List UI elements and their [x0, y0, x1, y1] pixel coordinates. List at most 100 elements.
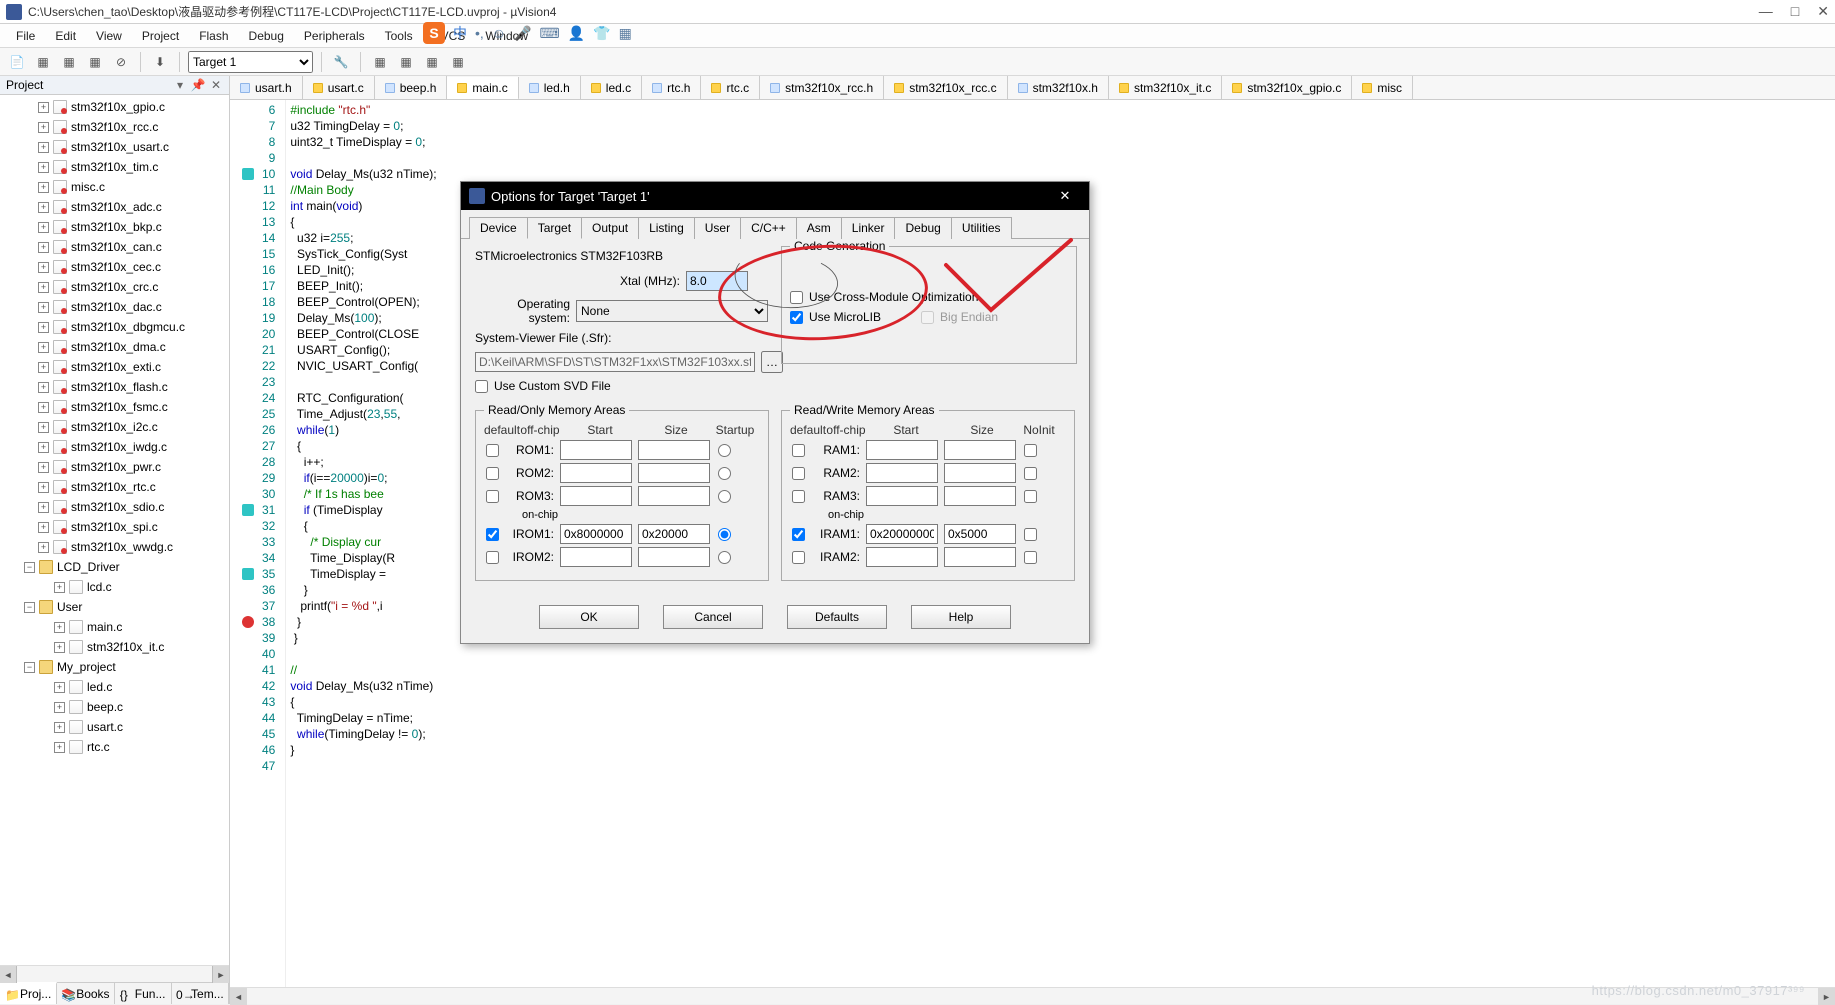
mem-startup-radio[interactable]	[718, 551, 731, 564]
expand-icon[interactable]: +	[38, 542, 49, 553]
mem-start-input[interactable]	[866, 440, 938, 460]
tree-file[interactable]: +stm32f10x_can.c	[4, 237, 229, 257]
mem-size-input[interactable]	[944, 524, 1016, 544]
bookmark-icon[interactable]	[242, 168, 254, 180]
tree-file[interactable]: +stm32f10x_bkp.c	[4, 217, 229, 237]
editor-tab[interactable]: led.h	[519, 76, 581, 99]
mem-noinit-check[interactable]	[1024, 490, 1037, 503]
ime-tool-icon[interactable]: ▦	[619, 25, 632, 42]
bookmark-icon[interactable]	[242, 504, 254, 516]
menu-peripherals[interactable]: Peripherals	[294, 27, 375, 45]
tree-file[interactable]: +stm32f10x_exti.c	[4, 357, 229, 377]
expand-icon[interactable]: +	[38, 222, 49, 233]
manage4-button[interactable]: ▦	[447, 51, 469, 73]
tree-file[interactable]: +stm32f10x_sdio.c	[4, 497, 229, 517]
translate-button[interactable]: 📄	[6, 51, 28, 73]
project-hscrollbar[interactable]: ◄ ►	[0, 965, 229, 982]
editor-tab[interactable]: stm32f10x.h	[1008, 76, 1109, 99]
ok-button[interactable]: OK	[539, 605, 639, 629]
mem-size-input[interactable]	[944, 463, 1016, 483]
mem-size-input[interactable]	[944, 440, 1016, 460]
menu-tools[interactable]: Tools	[375, 27, 423, 45]
mem-default-check[interactable]	[792, 528, 805, 541]
tree-file[interactable]: +usart.c	[4, 717, 229, 737]
project-tree[interactable]: +stm32f10x_gpio.c+stm32f10x_rcc.c+stm32f…	[0, 95, 229, 965]
expand-icon[interactable]: +	[54, 682, 65, 693]
tree-file[interactable]: +stm32f10x_it.c	[4, 637, 229, 657]
tree-file[interactable]: +beep.c	[4, 697, 229, 717]
dialog-tab-utilities[interactable]: Utilities	[951, 217, 1012, 239]
mem-start-input[interactable]	[560, 463, 632, 483]
rebuild-button[interactable]: ▦	[58, 51, 80, 73]
breakpoint-margin[interactable]	[230, 100, 256, 987]
mem-startup-radio[interactable]	[718, 490, 731, 503]
close-button[interactable]: ✕	[1817, 3, 1829, 20]
mem-noinit-check[interactable]	[1024, 467, 1037, 480]
dialog-tab-listing[interactable]: Listing	[638, 217, 695, 239]
mem-default-check[interactable]	[486, 490, 499, 503]
options-button[interactable]: 🔧	[330, 51, 352, 73]
tree-group[interactable]: −LCD_Driver	[4, 557, 229, 577]
mem-size-input[interactable]	[944, 547, 1016, 567]
svf-browse-button[interactable]: …	[761, 351, 783, 373]
expand-icon[interactable]: +	[38, 262, 49, 273]
dialog-tab-debug[interactable]: Debug	[894, 217, 951, 239]
expand-icon[interactable]: +	[38, 122, 49, 133]
help-button[interactable]: Help	[911, 605, 1011, 629]
breakpoint-icon[interactable]	[242, 616, 254, 628]
tree-file[interactable]: +stm32f10x_flash.c	[4, 377, 229, 397]
stop-build-button[interactable]: ⊘	[110, 51, 132, 73]
collapse-icon[interactable]: −	[24, 562, 35, 573]
menu-edit[interactable]: Edit	[45, 27, 86, 45]
mem-default-check[interactable]	[792, 490, 805, 503]
editor-tab[interactable]: led.c	[581, 76, 642, 99]
editor-tab[interactable]: beep.h	[375, 76, 448, 99]
manage2-button[interactable]: ▦	[395, 51, 417, 73]
tree-file[interactable]: +main.c	[4, 617, 229, 637]
cancel-button[interactable]: Cancel	[663, 605, 763, 629]
expand-icon[interactable]: +	[38, 382, 49, 393]
expand-icon[interactable]: +	[38, 502, 49, 513]
expand-icon[interactable]: +	[54, 722, 65, 733]
ime-smile-icon[interactable]: ☺	[492, 25, 506, 41]
expand-icon[interactable]: +	[54, 742, 65, 753]
mem-start-input[interactable]	[866, 524, 938, 544]
menu-debug[interactable]: Debug	[239, 27, 294, 45]
custom-svd-checkbox[interactable]: Use Custom SVD File	[475, 379, 1075, 393]
dialog-tab-user[interactable]: User	[694, 217, 741, 239]
expand-icon[interactable]: +	[38, 302, 49, 313]
dialog-tab-linker[interactable]: Linker	[841, 217, 896, 239]
tree-file[interactable]: +stm32f10x_dma.c	[4, 337, 229, 357]
download-button[interactable]: ⬇	[149, 51, 171, 73]
editor-tab[interactable]: stm32f10x_it.c	[1109, 76, 1222, 99]
ime-shirt-icon[interactable]: 👕	[593, 25, 610, 42]
scroll-right-icon[interactable]: ►	[212, 966, 229, 983]
tree-file[interactable]: +stm32f10x_tim.c	[4, 157, 229, 177]
menu-view[interactable]: View	[86, 27, 132, 45]
mem-default-check[interactable]	[486, 467, 499, 480]
line-gutter[interactable]: 6789101112131415161718192021222324252627…	[256, 100, 286, 987]
dialog-tab-output[interactable]: Output	[581, 217, 639, 239]
tree-file[interactable]: +stm32f10x_rtc.c	[4, 477, 229, 497]
manage-button[interactable]: ▦	[369, 51, 391, 73]
tree-group[interactable]: −My_project	[4, 657, 229, 677]
tree-file[interactable]: +stm32f10x_fsmc.c	[4, 397, 229, 417]
defaults-button[interactable]: Defaults	[787, 605, 887, 629]
editor-tab[interactable]: usart.h	[230, 76, 303, 99]
tree-file[interactable]: +stm32f10x_dac.c	[4, 297, 229, 317]
mem-start-input[interactable]	[560, 524, 632, 544]
expand-icon[interactable]: +	[38, 522, 49, 533]
manage3-button[interactable]: ▦	[421, 51, 443, 73]
ime-lang-icon[interactable]: 中	[453, 23, 467, 43]
tree-file[interactable]: +stm32f10x_adc.c	[4, 197, 229, 217]
custom-svd-check[interactable]	[475, 380, 488, 393]
editor-tab[interactable]: rtc.h	[642, 76, 701, 99]
expand-icon[interactable]: +	[38, 402, 49, 413]
tree-file[interactable]: +stm32f10x_pwr.c	[4, 457, 229, 477]
editor-tab[interactable]: stm32f10x_rcc.c	[884, 76, 1007, 99]
expand-icon[interactable]: +	[38, 442, 49, 453]
microlib-checkbox[interactable]: Use MicroLIB	[790, 310, 881, 324]
expand-icon[interactable]: +	[38, 242, 49, 253]
expand-icon[interactable]: +	[38, 422, 49, 433]
tree-file[interactable]: +rtc.c	[4, 737, 229, 757]
